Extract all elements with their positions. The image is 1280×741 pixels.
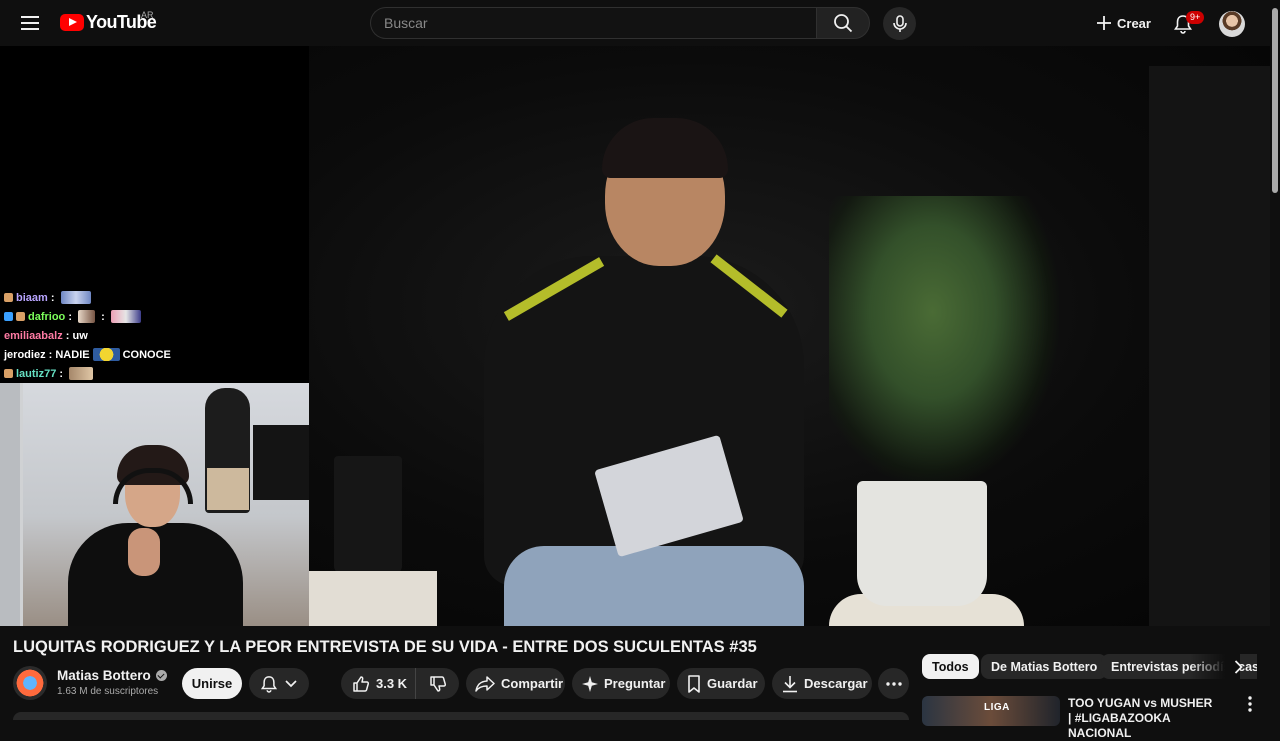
chat-username: dafrioo (28, 310, 66, 323)
chat-username: emiliaabalz (4, 329, 63, 342)
thumbs-up-icon (353, 675, 370, 692)
more-vertical-icon (1248, 696, 1252, 712)
chat-separator: : (56, 367, 67, 380)
video-title: LUQUITAS RODRIGUEZ Y LA PEOR ENTREVISTA … (13, 638, 757, 656)
more-actions-button[interactable] (878, 668, 909, 699)
chat-username: jerodiez (4, 348, 46, 361)
background-wall (1149, 66, 1270, 626)
description-box[interactable] (13, 712, 909, 720)
notification-count-badge: 9+ (1186, 11, 1205, 24)
dislike-button[interactable] (416, 668, 459, 699)
subscriber-badge-icon (4, 369, 13, 378)
cup (334, 456, 402, 574)
chat-username: biaam (16, 291, 48, 304)
chat-message: emiliaabalz : uw (4, 326, 171, 345)
menu-button[interactable] (14, 7, 46, 39)
webcam-door (0, 383, 23, 626)
chip-channel[interactable]: De Matias Bottero (981, 654, 1108, 679)
thumbnail-text: LIGA (984, 702, 1010, 713)
verified-check-icon (155, 670, 167, 681)
chat-separator: : (98, 310, 108, 323)
voice-search-button[interactable] (883, 7, 916, 40)
sparkle-icon (582, 675, 598, 692)
share-label: Compartir (501, 676, 564, 691)
chips-next-button[interactable] (1226, 654, 1250, 680)
webcam-tv (253, 425, 309, 500)
share-icon (475, 675, 495, 692)
hamburger-icon (21, 16, 39, 30)
plant (829, 196, 1059, 486)
chat-overlay: biaam : dafrioo : : emiliaabalz : uw jer… (4, 288, 171, 383)
chat-message: lautiz77 : (4, 364, 171, 383)
like-dislike-group: 3.3 K (341, 668, 459, 699)
like-button[interactable]: 3.3 K (341, 668, 416, 699)
chat-message: dafrioo : : (4, 307, 171, 326)
plant-pot (857, 481, 987, 606)
interviewee-hair (602, 118, 728, 178)
chat-text: CONOCE (122, 348, 171, 361)
search-button[interactable] (816, 7, 870, 39)
share-button[interactable]: Compartir (466, 668, 565, 699)
subscriber-count: 1.63 M de suscriptores (57, 686, 159, 697)
save-label: Guardar (707, 676, 758, 691)
chat-separator: : (47, 291, 58, 304)
subscription-notifications-button[interactable] (249, 668, 309, 699)
bell-icon (261, 675, 277, 693)
channel-name[interactable]: Matias Bottero (57, 668, 151, 683)
chat-separator: : (65, 310, 76, 323)
recommended-video-title[interactable]: TOO YUGAN vs MUSHER | #LIGABAZOOKA NACIO… (1068, 696, 1218, 741)
emote-icon (78, 310, 96, 323)
download-button[interactable]: Descargar (772, 668, 872, 699)
interviewee-jeans (504, 546, 804, 626)
download-icon (783, 675, 797, 692)
plus-icon (1097, 16, 1111, 30)
chat-text: uw (72, 329, 88, 342)
chat-username: lautiz77 (16, 367, 57, 380)
moderator-badge-icon (4, 312, 13, 321)
search-input[interactable] (371, 8, 816, 38)
chat-separator: : (45, 348, 56, 361)
chip-todos[interactable]: Todos (922, 654, 979, 679)
emote-icon (60, 291, 91, 304)
subscriber-badge-icon (16, 312, 25, 321)
emote-icon (110, 310, 141, 323)
like-count: 3.3 K (376, 676, 408, 691)
streamer-hand (128, 528, 160, 576)
channel-name-row[interactable]: Matias Bottero (57, 668, 167, 683)
join-button[interactable]: Unirse (182, 668, 242, 699)
microphone-icon (892, 14, 907, 32)
create-button[interactable]: Crear (1086, 7, 1161, 39)
chevron-right-icon (1234, 660, 1243, 674)
video-player[interactable] (0, 46, 1270, 626)
side-table (309, 571, 437, 626)
recommended-video-thumbnail[interactable]: LIGA (922, 696, 1060, 726)
streamer-webcam-overlay (0, 383, 309, 626)
ask-button[interactable]: Preguntar (572, 668, 670, 699)
video-frame (309, 46, 1270, 626)
recommended-video-menu-button[interactable] (1240, 694, 1260, 714)
webcam-mannequin-shorts (207, 468, 249, 510)
more-horizontal-icon (885, 681, 902, 686)
channel-avatar[interactable] (13, 666, 47, 700)
search-box[interactable] (370, 7, 816, 39)
emote-icon (69, 367, 94, 380)
save-button[interactable]: Guardar (677, 668, 765, 699)
chat-message: biaam : (4, 288, 171, 307)
chat-text: NADIE (55, 348, 90, 361)
bookmark-icon (688, 674, 700, 693)
ask-label: Preguntar (604, 676, 666, 691)
country-code: AR (141, 10, 154, 20)
subscriber-badge-icon (4, 293, 13, 302)
account-avatar[interactable] (1219, 11, 1245, 37)
chat-message: jerodiez : NADIE CONOCE (4, 345, 171, 364)
chevron-down-icon (285, 679, 297, 687)
youtube-play-icon (60, 14, 84, 31)
thumbs-down-icon (429, 675, 446, 692)
search-icon (834, 14, 853, 33)
emote-icon (92, 348, 120, 361)
download-label: Descargar (804, 676, 868, 691)
create-label: Crear (1117, 15, 1151, 31)
scrollbar-thumb[interactable] (1272, 8, 1278, 193)
